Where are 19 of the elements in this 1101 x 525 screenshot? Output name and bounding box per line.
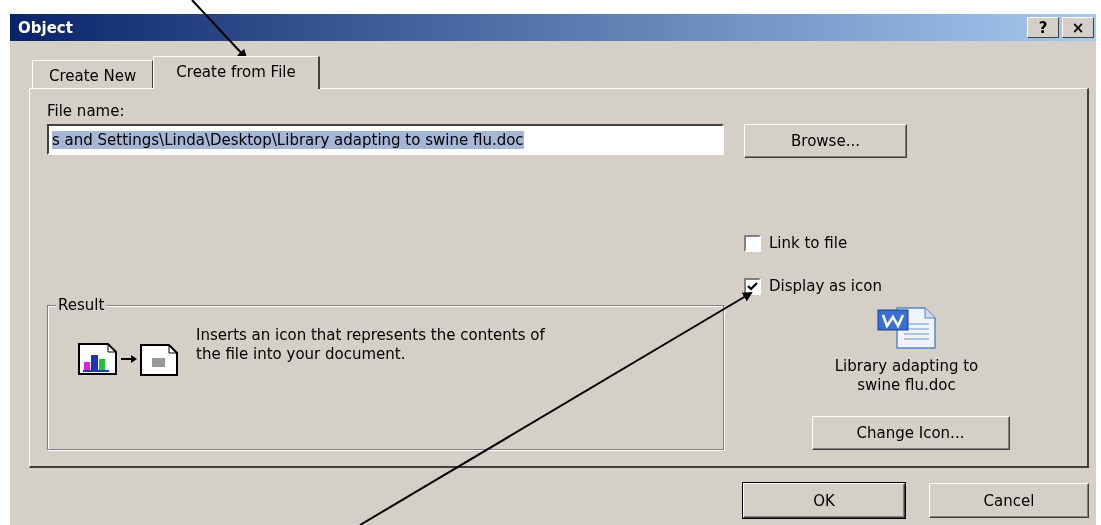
cancel-button[interactable]: Cancel xyxy=(929,483,1089,518)
checkbox[interactable] xyxy=(744,234,761,252)
change-icon-button[interactable]: Change Icon... xyxy=(811,416,1010,450)
checkmark-icon xyxy=(747,281,758,291)
checkbox[interactable] xyxy=(744,277,761,295)
tab[interactable]: Create from File xyxy=(153,56,320,89)
browse-button[interactable]: Browse... xyxy=(744,124,907,158)
checkbox-label: Display as icon xyxy=(769,277,882,295)
file-name-field[interactable]: s and Settings\Linda\Desktop\Library adapting to swine flu.doc xyxy=(47,124,724,155)
icon-caption: Library adapting to swine flu.doc xyxy=(833,357,980,395)
checkbox-label: Link to file xyxy=(769,234,848,252)
field-label: File name: xyxy=(47,102,126,120)
result-description: Inserts an icon that represents the contents of the file into your document. xyxy=(196,326,546,365)
close-button[interactable]: × xyxy=(1062,17,1094,38)
ok-button[interactable]: OK xyxy=(743,483,905,518)
document-icon xyxy=(876,307,937,349)
window-title: Object xyxy=(18,18,74,37)
tab[interactable]: Create New xyxy=(32,60,154,88)
help-button[interactable]: ? xyxy=(1027,17,1059,38)
